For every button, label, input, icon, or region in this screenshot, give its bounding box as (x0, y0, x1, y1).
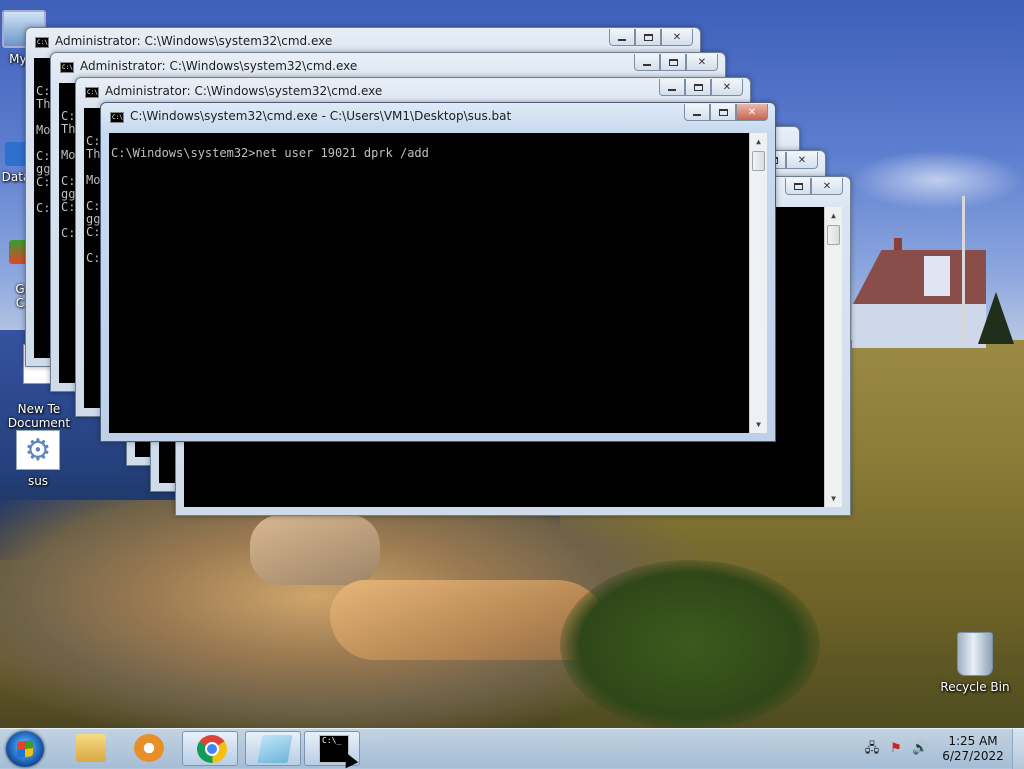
wallpaper-cloud (850, 150, 1024, 210)
recycle-bin-icon (957, 632, 993, 676)
console-area[interactable]: C:\Windows\system32>net user 19021 dprk … (109, 133, 767, 433)
close-button[interactable]: ✕ (661, 29, 693, 46)
desktop-icon-sus[interactable]: ⚙ sus (0, 430, 76, 488)
window-title: Administrator: C:\Windows\system32\cmd.e… (55, 34, 333, 48)
wallpaper-flagpole (962, 196, 965, 344)
taskbar: C:\_ 🖧 ⚑ 🔊 1:25 AM 6/27/2022 (0, 728, 1024, 769)
close-button[interactable]: ✕ (686, 54, 718, 71)
show-desktop-button[interactable] (1012, 729, 1024, 769)
batch-file-gear-icon: ⚙ (16, 430, 60, 470)
window-controls: ✕ (634, 54, 718, 71)
close-button[interactable]: ✕ (811, 178, 843, 195)
maximize-button[interactable] (635, 29, 661, 46)
window-controls: ✕ (684, 104, 768, 121)
desktop-icon-label: sus (27, 474, 49, 488)
window-controls: ✕ (659, 79, 743, 96)
taskbar-notepad[interactable] (245, 731, 301, 766)
windows-logo-icon (17, 740, 33, 758)
console-output: C:\Windows\system32>net user 19021 dprk … (111, 147, 745, 160)
maximize-button[interactable] (685, 79, 711, 96)
scrollbar[interactable]: ▲ ▼ (749, 133, 767, 433)
notepad-icon (257, 735, 293, 763)
taskbar-windows-explorer[interactable] (62, 731, 118, 766)
action-center-flag-icon[interactable]: ⚑ (888, 741, 904, 757)
scroll-thumb[interactable] (827, 225, 840, 245)
start-button[interactable] (6, 731, 44, 767)
app-icon (5, 142, 27, 166)
close-button[interactable]: ✕ (736, 104, 768, 121)
folder-icon (76, 734, 106, 762)
clock[interactable]: 1:25 AM 6/27/2022 (940, 734, 1006, 764)
maximize-button[interactable] (660, 54, 686, 71)
close-button[interactable]: ✕ (711, 79, 743, 96)
clock-date: 6/27/2022 (942, 749, 1004, 763)
scroll-down-arrow-icon[interactable]: ▼ (750, 416, 767, 433)
minimize-button[interactable] (609, 29, 635, 46)
title-bar[interactable]: C:\ C:\Windows\system32\cmd.exe - C:\Use… (101, 103, 775, 131)
window-title: Administrator: C:\Windows\system32\cmd.e… (80, 59, 358, 73)
console-line: C:\Windows\system32>net user 19021 dprk … (111, 146, 429, 160)
wallpaper-rock (250, 515, 380, 585)
cmd-icon: C:\ (60, 62, 74, 73)
cmd-icon: C:\ (35, 37, 49, 48)
system-tray: 🖧 ⚑ 🔊 (864, 729, 928, 769)
cmd-icon: C:\ (110, 112, 124, 123)
chrome-icon (197, 735, 227, 763)
scroll-down-arrow-icon[interactable]: ▼ (825, 490, 842, 507)
desktop-icon-label: G C (15, 282, 25, 310)
window-title: Administrator: C:\Windows\system32\cmd.e… (105, 84, 383, 98)
window-title: C:\Windows\system32\cmd.exe - C:\Users\V… (130, 109, 512, 123)
maximize-button[interactable] (785, 178, 811, 195)
minimize-button[interactable] (634, 54, 660, 71)
volume-icon[interactable]: 🔊 (912, 741, 928, 757)
cmd-window-sus-bat[interactable]: C:\ C:\Windows\system32\cmd.exe - C:\Use… (100, 102, 776, 442)
cmd-icon: C:\ (85, 87, 99, 98)
network-icon[interactable]: 🖧 (864, 741, 880, 757)
media-player-icon (134, 734, 164, 762)
desktop-icon-label: Recycle Bin (940, 680, 1010, 694)
maximize-button[interactable] (710, 104, 736, 121)
minimize-button[interactable] (684, 104, 710, 121)
minimize-button[interactable] (659, 79, 685, 96)
scrollbar[interactable]: ▲ ▼ (824, 207, 842, 507)
scroll-thumb[interactable] (752, 151, 765, 171)
window-controls: ✕ (785, 178, 843, 195)
window-controls: ✕ (609, 29, 693, 46)
taskbar-media-player[interactable] (120, 731, 176, 766)
taskbar-chrome[interactable] (182, 731, 238, 766)
wallpaper-house (852, 238, 986, 348)
scroll-up-arrow-icon[interactable]: ▲ (825, 207, 842, 224)
scroll-up-arrow-icon[interactable]: ▲ (750, 133, 767, 150)
desktop-icon-recycle-bin[interactable]: Recycle Bin (937, 632, 1013, 694)
wallpaper-bush (560, 560, 820, 730)
desktop-icon-label: New Te Document (7, 402, 71, 430)
clock-time: 1:25 AM (948, 734, 998, 748)
